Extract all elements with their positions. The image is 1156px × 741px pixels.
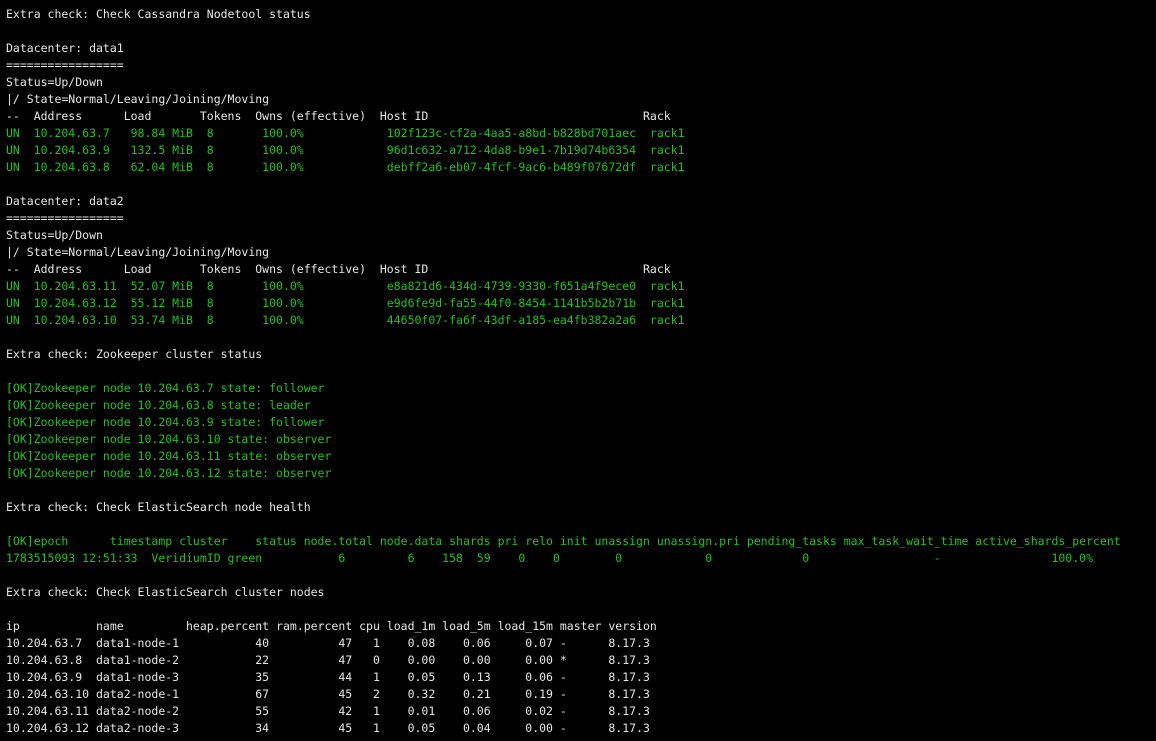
terminal-line: =================: [6, 58, 124, 72]
terminal-line: [OK]Zookeeper node 10.204.63.9 state: fo…: [6, 415, 325, 429]
terminal-line: |/ State=Normal/Leaving/Joining/Moving: [6, 92, 270, 106]
terminal-line: 10.204.63.7 data1-node-1 40 47 1 0.08 0.…: [6, 636, 650, 650]
terminal-line: [OK]Zookeeper node 10.204.63.10 state: o…: [6, 432, 332, 446]
terminal-line: 10.204.63.8 data1-node-2 22 47 0 0.00 0.…: [6, 653, 650, 667]
terminal-line: UN 10.204.63.11 52.07 MiB 8 100.0% e8a82…: [6, 279, 685, 293]
terminal-line: UN 10.204.63.10 53.74 MiB 8 100.0% 44650…: [6, 313, 685, 327]
terminal-line: Status=Up/Down: [6, 228, 103, 242]
terminal-line: 10.204.63.9 data1-node-3 35 44 1 0.05 0.…: [6, 670, 650, 684]
terminal-line: Status=Up/Down: [6, 75, 103, 89]
terminal-line: [OK]Zookeeper node 10.204.63.11 state: o…: [6, 449, 332, 463]
terminal-line: Datacenter: data1: [6, 41, 124, 55]
terminal-line: Extra check: Check Cassandra Nodetool st…: [6, 7, 311, 21]
terminal-line: Extra check: Zookeeper cluster status: [6, 347, 263, 361]
terminal-line: -- Address Load Tokens Owns (effective) …: [6, 262, 671, 276]
terminal-line: 10.204.63.12 data2-node-3 34 45 1 0.05 0…: [6, 721, 650, 735]
terminal-line: [OK]epoch timestamp cluster status node.…: [6, 534, 1121, 548]
terminal-line: -- Address Load Tokens Owns (effective) …: [6, 109, 671, 123]
terminal-line: 10.204.63.11 data2-node-2 55 42 1 0.01 0…: [6, 704, 650, 718]
terminal-line: Extra check: Check ElasticSearch cluster…: [6, 585, 325, 599]
terminal-line: UN 10.204.63.7 98.84 MiB 8 100.0% 102f12…: [6, 126, 685, 140]
terminal-line: =================: [6, 211, 124, 225]
terminal-line: UN 10.204.63.12 55.12 MiB 8 100.0% e9d6f…: [6, 296, 685, 310]
terminal-line: UN 10.204.63.8 62.04 MiB 8 100.0% debff2…: [6, 160, 685, 174]
terminal-output[interactable]: Extra check: Check Cassandra Nodetool st…: [6, 6, 1156, 741]
terminal-line: Extra check: Check ElasticSearch node he…: [6, 500, 311, 514]
terminal-line: 10.204.63.10 data2-node-1 67 45 2 0.32 0…: [6, 687, 650, 701]
terminal-line: ip name heap.percent ram.percent cpu loa…: [6, 619, 657, 633]
terminal-line: [OK]Zookeeper node 10.204.63.8 state: le…: [6, 398, 311, 412]
terminal-line: UN 10.204.63.9 132.5 MiB 8 100.0% 96d1c6…: [6, 143, 685, 157]
terminal-line: [OK]Zookeeper node 10.204.63.12 state: o…: [6, 466, 332, 480]
terminal-line: |/ State=Normal/Leaving/Joining/Moving: [6, 245, 270, 259]
terminal-line: Datacenter: data2: [6, 194, 124, 208]
terminal-line: 1783515093 12:51:33 VeridiumID green 6 6…: [6, 551, 1094, 565]
terminal-line: [OK]Zookeeper node 10.204.63.7 state: fo…: [6, 381, 325, 395]
